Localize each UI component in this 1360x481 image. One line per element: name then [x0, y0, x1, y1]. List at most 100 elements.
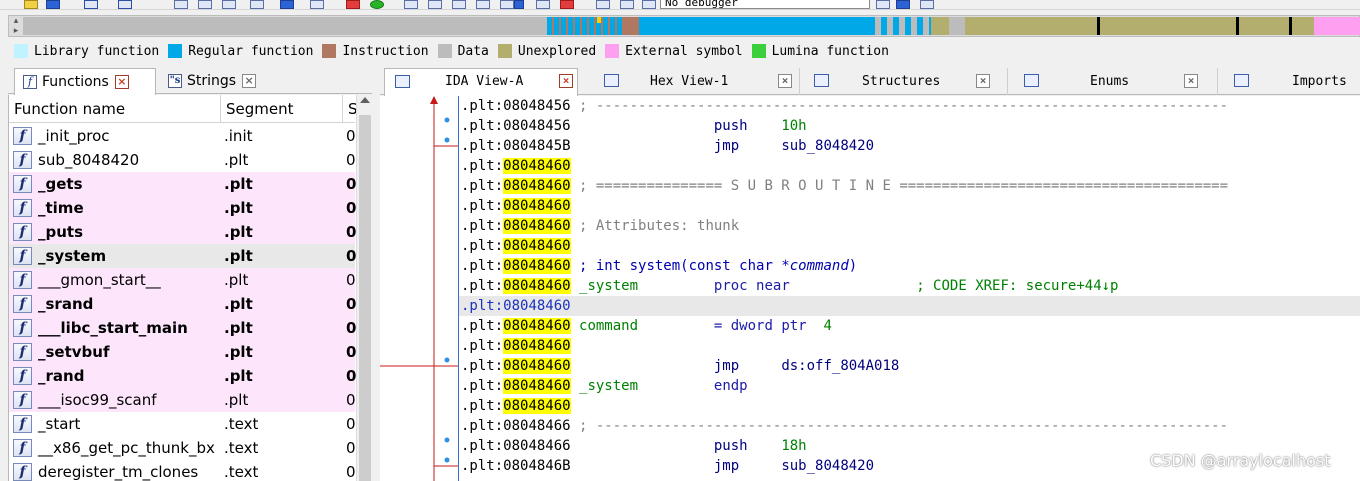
function-row[interactable]: f ___libc_start_main .plt 0: [9, 316, 356, 340]
tab-enums[interactable]: Enums ×: [1008, 68, 1218, 95]
function-row[interactable]: f ___isoc99_scanf .plt 0: [9, 388, 356, 412]
segment-prefix: .plt:: [461, 418, 504, 434]
function-row[interactable]: f _start .text 0: [9, 412, 356, 436]
code-line[interactable]: .plt:08048460: [459, 296, 1360, 316]
code-line[interactable]: .plt:0804845B jmp sub_8048420: [459, 136, 1360, 156]
legend-label: Regular function: [188, 43, 314, 59]
function-row[interactable]: f _time .plt 0: [9, 196, 356, 220]
code-line[interactable]: .plt:08048460: [459, 156, 1360, 176]
legend-swatch: [322, 44, 337, 58]
code-token: push: [570, 118, 782, 134]
debugger-start-icon[interactable]: [876, 0, 890, 9]
ida-disassembly-view[interactable]: .plt:08048456 ; ------------------------…: [458, 96, 1360, 481]
code-line[interactable]: .plt:08048460 ; int system(const char *c…: [459, 256, 1360, 276]
tab-hex-view[interactable]: Hex View-1 ×: [590, 68, 800, 95]
function-segment: .plt: [224, 247, 253, 265]
save-icon[interactable]: [46, 0, 60, 9]
data-icon[interactable]: [222, 0, 236, 9]
step-icon[interactable]: [920, 0, 934, 9]
code-line[interactable]: .plt:08048460 command = dword ptr 4: [459, 316, 1360, 336]
scroll-up-icon[interactable]: [360, 97, 370, 103]
close-icon[interactable]: ×: [559, 74, 573, 88]
tab-strings[interactable]: "s Strings ×: [160, 68, 282, 94]
code-line[interactable]: .plt:08048460: [459, 196, 1360, 216]
function-row[interactable]: f ___gmon_start__ .plt 0: [9, 268, 356, 292]
open-file-icon[interactable]: [24, 0, 38, 9]
tab-structures[interactable]: Structures ×: [800, 68, 1008, 95]
function-segment: .plt: [224, 343, 253, 361]
legend-item: External symbol: [605, 44, 743, 59]
code-line[interactable]: .plt:08048460 _system proc near ; CODE X…: [459, 276, 1360, 296]
code-token: proc near: [713, 278, 917, 294]
xref-icon[interactable]: [476, 0, 490, 9]
code-line[interactable]: .plt:08048460 ; =============== S U B R …: [459, 176, 1360, 196]
code-line[interactable]: .plt:08048460: [459, 336, 1360, 356]
function-row[interactable]: f sub_8048420 .plt 0: [9, 148, 356, 172]
tab-imports[interactable]: Imports: [1218, 68, 1360, 95]
close-icon[interactable]: ×: [242, 74, 257, 88]
function-icon: f: [13, 343, 32, 361]
tab-functions[interactable]: f Functions ×: [14, 68, 156, 95]
column-segment[interactable]: Segment: [221, 95, 343, 123]
enum-icon[interactable]: [536, 0, 550, 9]
code-line[interactable]: .plt:08048466 ; ------------------------…: [459, 416, 1360, 436]
debugger-select[interactable]: No debugger: [660, 0, 870, 9]
function-row[interactable]: f _rand .plt 0: [9, 364, 356, 388]
legend-item: Lumina function: [751, 44, 889, 59]
run-icon[interactable]: [370, 0, 384, 9]
down-arrow-icon[interactable]: [280, 0, 294, 9]
function-row[interactable]: f deregister_tm_clones .text 0: [9, 460, 356, 481]
patch-icon[interactable]: [404, 0, 418, 9]
scrollbar-thumb[interactable]: [359, 115, 371, 481]
function-row[interactable]: f _srand .plt 0: [9, 292, 356, 316]
close-icon[interactable]: ×: [778, 74, 792, 88]
back-arrow-icon[interactable]: [84, 0, 98, 9]
play-icon[interactable]: [596, 0, 610, 9]
legend-label: Library function: [34, 43, 160, 59]
hex-icon[interactable]: [428, 0, 442, 9]
code-line[interactable]: .plt:08048460: [459, 236, 1360, 256]
function-row[interactable]: f _init_proc .init 0: [9, 124, 356, 148]
close-icon[interactable]: ×: [1184, 74, 1198, 88]
breakpoint-icon[interactable]: [346, 0, 360, 9]
tab-ida-view[interactable]: IDA View-A ×: [384, 68, 578, 96]
function-row[interactable]: f _setvbuf .plt 0: [9, 340, 357, 364]
function-segment: .plt: [224, 319, 253, 337]
code-line[interactable]: .plt:08048460 _system endp: [459, 376, 1360, 396]
code-token: ; CODE XREF: secure+44↓p: [916, 278, 1119, 294]
function-name: sub_8048420: [38, 151, 140, 169]
stop-icon[interactable]: [642, 0, 656, 9]
nav-band-arrows[interactable]: ▴ ▸: [9, 16, 23, 36]
code-icon[interactable]: [198, 0, 212, 9]
code-line[interactable]: .plt:08048460: [459, 396, 1360, 416]
close-icon[interactable]: ×: [114, 75, 129, 89]
function-start: 0: [346, 343, 357, 361]
pause-icon[interactable]: [620, 0, 634, 9]
function-name: ___libc_start_main: [38, 319, 188, 337]
function-row[interactable]: f _gets .plt 0: [9, 172, 356, 196]
column-function-name[interactable]: Function name: [9, 95, 221, 123]
forward-arrow-icon[interactable]: [118, 0, 132, 9]
navigation-band[interactable]: ▴ ▸: [8, 15, 1360, 37]
jump-icon[interactable]: [250, 0, 264, 9]
code-token: ; int system(const char *: [570, 258, 790, 274]
function-segment: .plt: [224, 223, 253, 241]
close-icon[interactable]: ×: [976, 74, 990, 88]
code-line[interactable]: .plt:08048460 jmp ds:off_804A018: [459, 356, 1360, 376]
function-row[interactable]: f _puts .plt 0: [9, 220, 356, 244]
search-icon[interactable]: [310, 0, 324, 9]
code-line[interactable]: .plt:08048456 ; ------------------------…: [459, 96, 1360, 116]
undefine-icon[interactable]: [560, 0, 574, 9]
debugger-options-icon[interactable]: [896, 0, 910, 9]
code-line[interactable]: .plt:08048456 push 10h: [459, 116, 1360, 136]
nav-segment-unexplored-3: [1100, 17, 1236, 35]
function-row[interactable]: f __x86_get_pc_thunk_bx .text 0: [9, 436, 356, 460]
new-segment-icon[interactable]: [174, 0, 188, 9]
code-token: ; Attributes: thunk: [570, 218, 740, 234]
functions-scrollbar[interactable]: [356, 95, 372, 481]
struct-icon[interactable]: [514, 0, 524, 9]
code-line[interactable]: .plt:08048460 ; Attributes: thunk: [459, 216, 1360, 236]
ascii-icon[interactable]: [452, 0, 466, 9]
function-row[interactable]: f _system .plt 0: [9, 244, 356, 268]
type-icon[interactable]: [500, 0, 514, 9]
